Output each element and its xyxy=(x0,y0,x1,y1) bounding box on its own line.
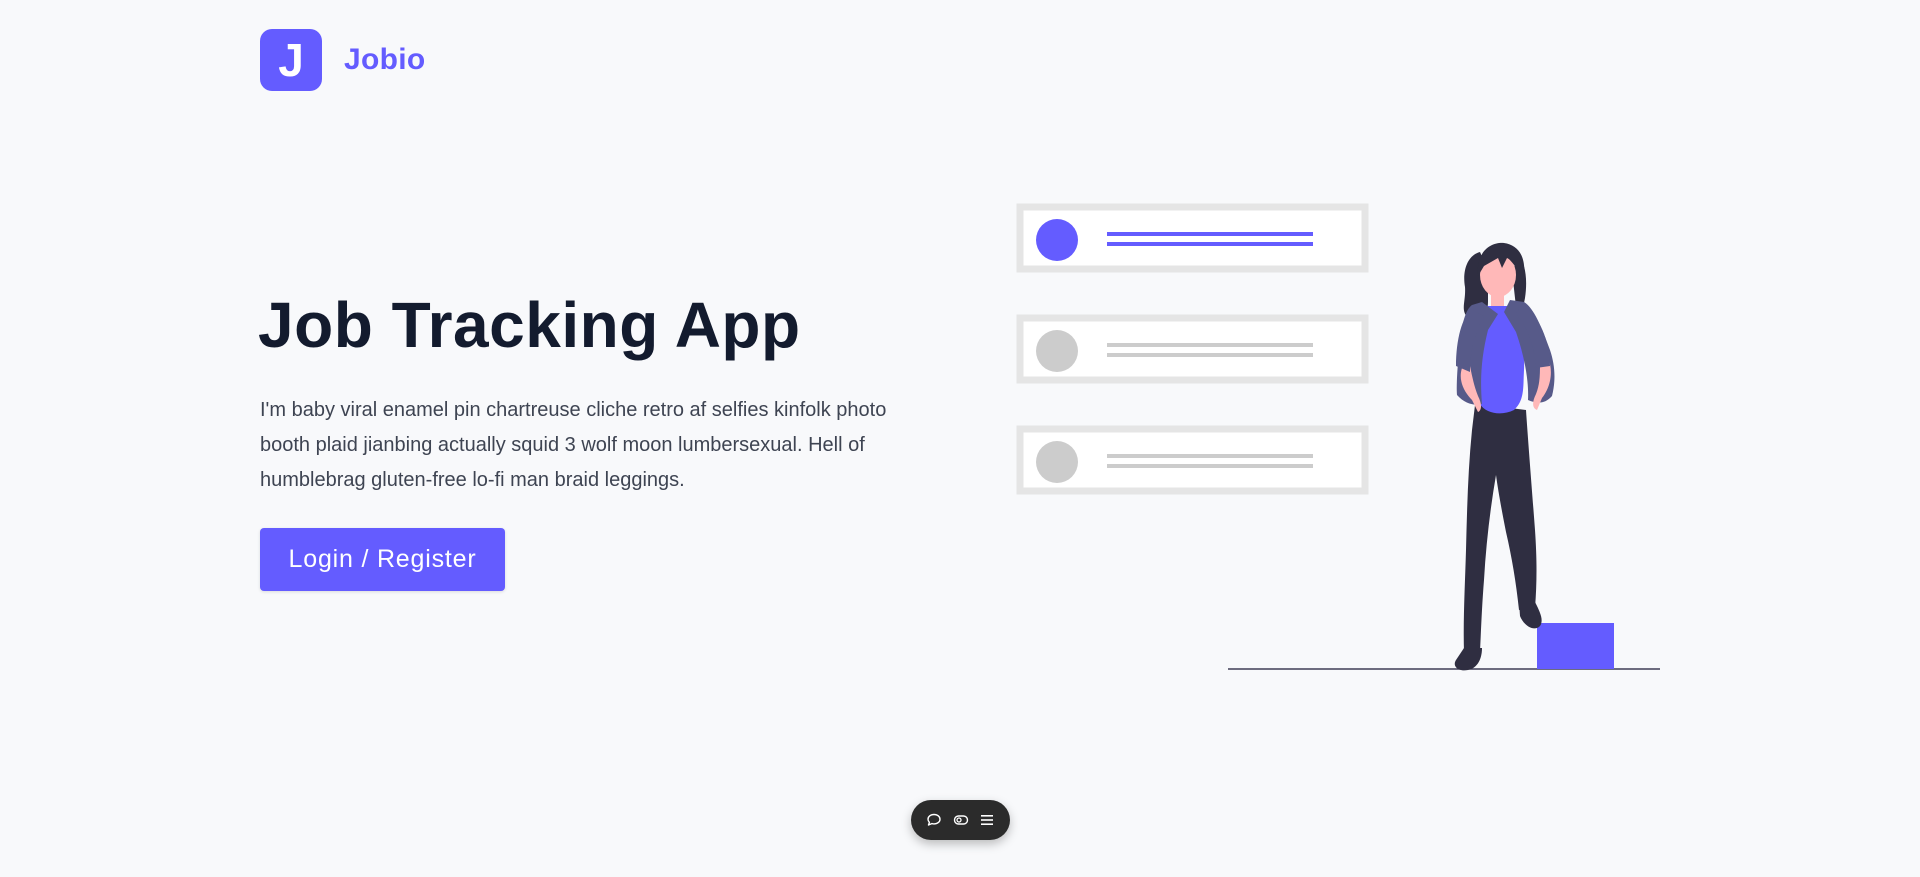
comment-icon xyxy=(927,813,941,826)
comment-button[interactable] xyxy=(923,809,945,831)
woman-figure xyxy=(1454,242,1555,671)
hero-description: I'm baby viral enamel pin chartreuse cli… xyxy=(260,399,887,491)
menu-icon xyxy=(980,815,993,825)
job-card-avatar-icon xyxy=(1036,441,1078,483)
toggle-button[interactable] xyxy=(950,809,972,831)
toggle-icon xyxy=(953,815,968,825)
landing-page: J Jobio Job Tracking App I'm baby viral … xyxy=(0,0,1920,877)
job-card-active xyxy=(1016,203,1369,273)
logo-icon: J xyxy=(260,29,322,91)
purple-box xyxy=(1537,623,1614,669)
job-card-inactive xyxy=(1016,314,1369,384)
job-list-illustration xyxy=(1016,203,1660,671)
job-card-inactive xyxy=(1016,425,1369,495)
page-title: Job Tracking App xyxy=(258,289,801,361)
brand-name: Jobio xyxy=(344,43,426,76)
job-card-avatar-icon xyxy=(1036,219,1078,261)
login-register-button[interactable]: Login / Register xyxy=(260,528,505,591)
brand-logo-link[interactable]: J Jobio xyxy=(260,29,426,91)
job-card-avatar-icon xyxy=(1036,330,1078,372)
menu-button[interactable] xyxy=(976,809,998,831)
floating-toolbar xyxy=(911,800,1010,840)
logo-letter: J xyxy=(278,34,304,86)
